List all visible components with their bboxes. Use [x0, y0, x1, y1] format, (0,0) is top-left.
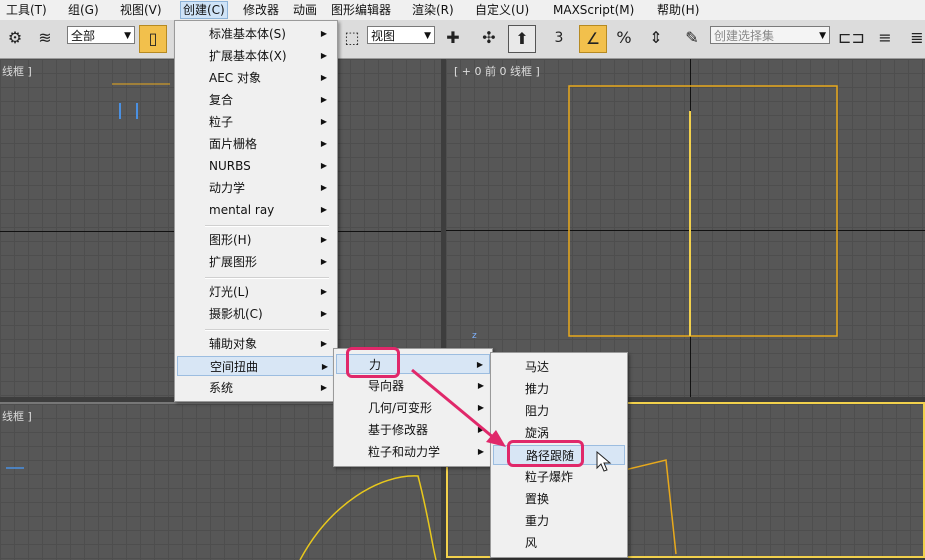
annotation-arrow: [411, 368, 506, 447]
cursor-arrow-icon: [596, 451, 612, 472]
